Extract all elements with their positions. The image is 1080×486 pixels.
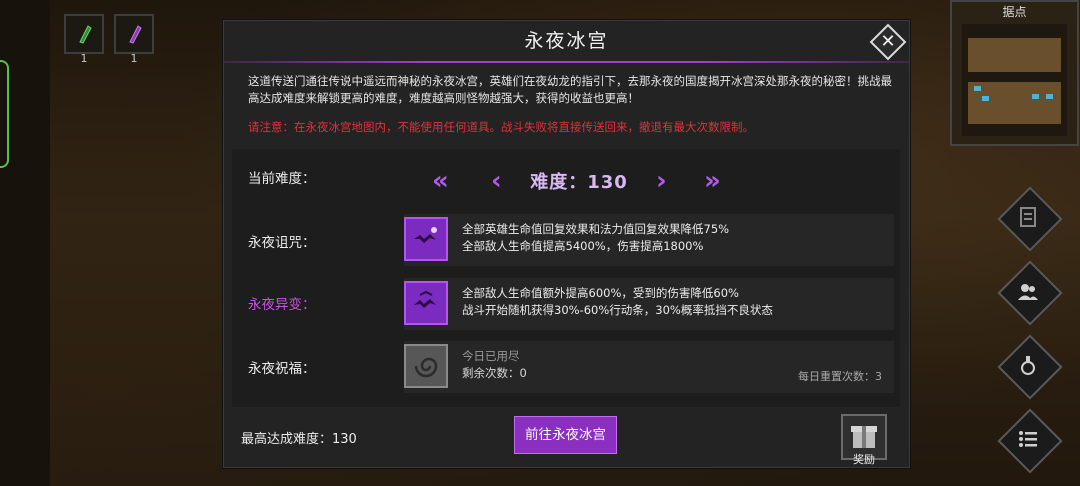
- left-arrow-icon[interactable]: ‹: [491, 166, 502, 196]
- item-count-purple: 1: [130, 52, 138, 65]
- purple-potion-icon: [129, 25, 142, 44]
- blessing-label: 永夜祝福：: [248, 361, 316, 377]
- close-icon[interactable]: ✕: [875, 29, 901, 55]
- mutation-row: 全部敌人生命值额外提高600%，受到的伤害降低60% 战斗开始随机获得30%-6…: [404, 278, 894, 330]
- mutation-line-1: 全部敌人生命值额外提高600%，受到的伤害降低60%: [462, 286, 739, 300]
- curse-effects: 全部英雄生命值回复效果和法力值回复效果降低75% 全部敌人生命值提高5400%，…: [462, 221, 729, 255]
- dialog-title: 永夜冰宫: [524, 30, 609, 52]
- double-right-arrow-icon[interactable]: »: [704, 166, 721, 196]
- go-to-ice-palace-button[interactable]: 前往永夜冰宫: [514, 416, 617, 454]
- reward-label: 奖励: [853, 453, 875, 466]
- curse-line-2: 全部敌人生命值提高5400%，伤害提高1800%: [462, 239, 704, 253]
- blessing-status: 今日已用尽 剩余次数：0: [462, 348, 527, 382]
- blessing-line-2: 剩余次数：0: [462, 366, 527, 380]
- green-potion-icon: [79, 25, 92, 44]
- mutation-bat-icon[interactable]: [404, 281, 448, 325]
- mutation-label: 永夜异变：: [248, 297, 316, 313]
- curse-row: 全部英雄生命值回复效果和法力值回复效果降低75% 全部敌人生命值提高5400%，…: [404, 214, 894, 266]
- minimap-room: [962, 24, 1067, 136]
- item-slot-purple-potion[interactable]: [114, 14, 154, 54]
- difficulty-value: 难度：130: [530, 172, 628, 193]
- ice-palace-dialog: 永夜冰宫 ✕ 这道传送门通往传说中遥远而神秘的永夜冰宫，英雄们在夜幼龙的指引下，…: [223, 20, 910, 468]
- curse-label: 永夜诅咒：: [248, 235, 316, 251]
- left-drawer-tab[interactable]: [0, 60, 9, 168]
- potion-icon: [998, 335, 1058, 395]
- right-arrow-icon[interactable]: ›: [656, 166, 667, 196]
- curse-line-1: 全部英雄生命值回复效果和法力值回复效果降低75%: [462, 222, 730, 236]
- double-left-arrow-icon[interactable]: «: [432, 166, 449, 196]
- gift-icon: [851, 426, 877, 448]
- title-divider: [224, 61, 909, 63]
- max-difficulty: 最高达成难度：130: [241, 432, 357, 447]
- blessing-row: 今日已用尽 剩余次数：0 每日重置次数：3: [404, 341, 894, 393]
- warning-text: 请注意：在永夜冰宫地图内，不能使用任何道具。战斗失败将直接传送回来，撤退有最大次…: [248, 120, 754, 134]
- mutation-effects: 全部敌人生命值额外提高600%，受到的伤害降低60% 战斗开始随机获得30%-6…: [462, 285, 773, 319]
- list-icon: [998, 409, 1058, 469]
- difficulty-selector: « ‹ 难度：130 › »: [424, 163, 734, 199]
- blessing-swirl-icon[interactable]: [404, 344, 448, 388]
- heroes-icon: [998, 261, 1058, 321]
- current-difficulty-label: 当前难度：: [248, 171, 316, 187]
- daily-reset-count: 每日重置次数：3: [798, 370, 882, 383]
- log-icon: [998, 187, 1058, 247]
- curse-bat-icon[interactable]: [404, 217, 448, 261]
- minimap-title: 据点: [1002, 5, 1027, 19]
- mutation-line-2: 战斗开始随机获得30%-60%行动条，30%概率抵挡不良状态: [462, 303, 773, 317]
- blessing-line-1: 今日已用尽: [462, 349, 520, 363]
- item-slot-green-potion[interactable]: [64, 14, 104, 54]
- minimap[interactable]: 据点: [950, 0, 1079, 146]
- dialog-description: 这道传送门通往传说中遥远而神秘的永夜冰宫，英雄们在夜幼龙的指引下，去那永夜的国度…: [248, 74, 892, 105]
- item-count-green: 1: [80, 52, 88, 65]
